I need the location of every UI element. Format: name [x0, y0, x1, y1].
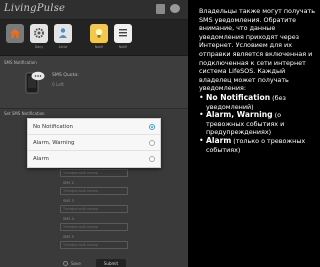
- radio-icon[interactable]: [149, 156, 155, 162]
- settings-tile[interactable]: [30, 24, 48, 43]
- field-label: SMS 4: [63, 217, 74, 221]
- notification-levels-list: No Notification (без уведомлений) Alarm,…: [199, 92, 317, 154]
- explanation-text: Владельцы также могут получать SMS уведо…: [199, 7, 317, 154]
- radio-selected-icon[interactable]: [149, 124, 155, 130]
- field-placeholder: Телефонный номер: [63, 189, 98, 193]
- account-icon[interactable]: [170, 4, 180, 13]
- tile-label: Notifi: [118, 45, 128, 49]
- level-name: Alarm, Warning: [206, 110, 273, 120]
- bulb-icon: [95, 28, 103, 38]
- save-label: Save: [71, 261, 81, 266]
- house-icon: [10, 28, 20, 38]
- list-icon: [119, 29, 127, 37]
- field-placeholder: Телефонный номер: [63, 171, 98, 175]
- activity-tile[interactable]: [54, 24, 72, 43]
- field-placeholder: Телефонный номер: [63, 207, 98, 211]
- phone-number-input-4[interactable]: Телефонный номер: [60, 223, 128, 231]
- level-name: No Notification: [206, 92, 271, 102]
- explanation-intro: Владельцы также могут получать SMS уведо…: [199, 7, 315, 93]
- app-topbar: LivingPulse: [0, 0, 188, 20]
- field-label: SMS 5: [63, 235, 74, 239]
- phone-number-input-5[interactable]: Телефонный номер: [60, 241, 128, 249]
- tile-label: Dany: [34, 45, 44, 49]
- person-icon: [59, 28, 67, 38]
- field-placeholder: Телефонный номер: [63, 225, 98, 229]
- tile-label: Notifi: [94, 45, 104, 49]
- dashboard-tiles: Dany Activi Notifi Notifi: [0, 20, 188, 56]
- list-item: Alarm (только о тревожных событиях): [199, 135, 317, 154]
- section-title: SMS Notification: [4, 60, 37, 65]
- submit-button[interactable]: Submit: [96, 259, 126, 267]
- field-placeholder: Телефонный номер: [63, 243, 98, 247]
- tablet-screenshot: LivingPulse Dany Activi Notifi Notifi SM…: [0, 0, 188, 267]
- list-tile[interactable]: [114, 24, 132, 43]
- app-logo: LivingPulse: [4, 3, 66, 14]
- form-actions: Save Submit: [0, 256, 188, 267]
- phone-number-input-1[interactable]: Телефонный номер: [60, 169, 128, 177]
- list-item: No Notification (без уведомлений): [199, 92, 317, 111]
- field-label: SMS 3: [63, 199, 74, 203]
- gear-icon: [34, 28, 44, 38]
- option-alarm[interactable]: Alarm: [28, 151, 160, 167]
- sms-notification-section: SMS Notification SMS Quota: 0 Left: [0, 56, 188, 108]
- option-alarm-warning[interactable]: Alarm, Warning: [28, 135, 160, 151]
- phone-number-input-3[interactable]: Телефонный номер: [60, 205, 128, 213]
- field-label: SMS 2: [63, 181, 74, 185]
- home-tile[interactable]: [6, 24, 24, 43]
- sms-quota-value: 0 Left: [52, 82, 64, 87]
- option-label: Alarm: [33, 156, 49, 162]
- option-no-notification[interactable]: No Notification: [28, 119, 160, 135]
- save-radio[interactable]: [63, 261, 68, 266]
- submit-label: Submit: [103, 261, 119, 266]
- phone-number-input-2[interactable]: Телефонный номер: [60, 187, 128, 195]
- tile-label: Activi: [58, 45, 68, 49]
- level-name: Alarm: [206, 135, 232, 145]
- section-title: Set SMS Notification: [4, 111, 45, 116]
- radio-icon[interactable]: [149, 140, 155, 146]
- list-item: Alarm, Warning (о тревожных событиях и п…: [199, 110, 317, 137]
- notification-level-dialog: No Notification Alarm, Warning Alarm: [27, 118, 161, 168]
- option-label: No Notification: [33, 124, 73, 130]
- option-label: Alarm, Warning: [33, 140, 75, 146]
- notification-tile[interactable]: [90, 24, 108, 43]
- sms-phone-icon: [25, 71, 45, 94]
- sms-quota-label: SMS Quota:: [52, 73, 79, 78]
- device-icon[interactable]: [156, 4, 165, 14]
